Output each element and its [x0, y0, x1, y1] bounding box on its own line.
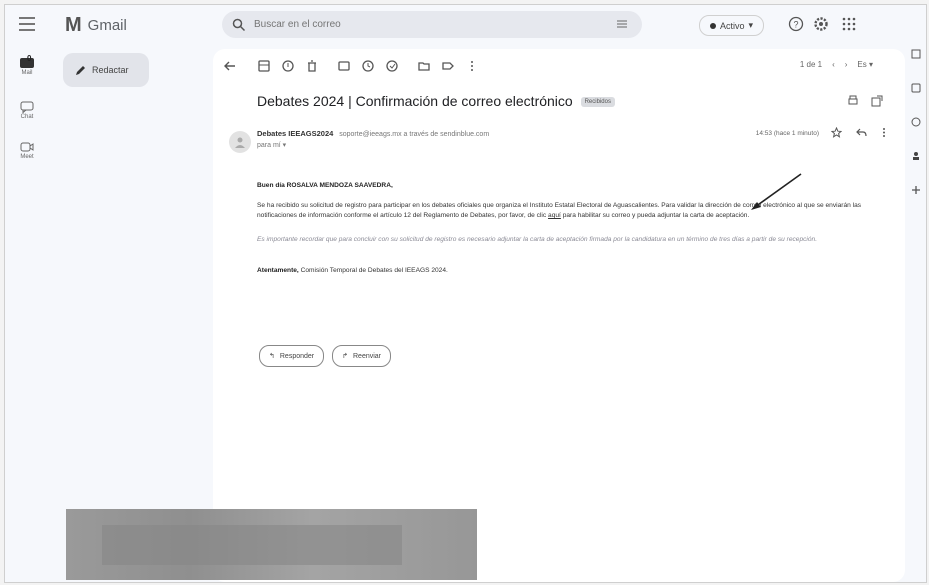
delete-icon[interactable] [305, 59, 319, 73]
message-view: 1 de 1 ‹ › Es ▾ Debates 2024 | Confirmac… [213, 49, 905, 582]
gmail-window: M Gmail Activo ▾ ? 0 Mail Chat Meet Reda… [4, 4, 927, 583]
search-input[interactable] [252, 18, 586, 31]
keep-icon[interactable] [911, 83, 921, 93]
message-time: 14:53 (hace 1 minuto) [755, 130, 819, 137]
back-arrow-icon[interactable] [223, 59, 237, 73]
sender-email: soporte@ieeags.mx a través de sendinblue… [339, 131, 490, 138]
subject-text: Debates 2024 | Confirmación de correo el… [257, 93, 573, 109]
more-vert-icon[interactable] [465, 59, 479, 73]
search-icon[interactable] [232, 18, 246, 32]
status-label: Activo [720, 20, 745, 31]
search-options-icon[interactable] [616, 18, 628, 30]
top-bar: M Gmail Activo ▾ ? [5, 5, 926, 45]
print-icon[interactable] [847, 95, 859, 107]
apps-grid-icon[interactable] [841, 16, 857, 32]
compose-label: Redactar [92, 65, 129, 75]
verify-email-link[interactable]: aquí [548, 212, 561, 219]
redacted-area [66, 509, 477, 580]
move-to-icon[interactable] [417, 59, 431, 73]
pencil-icon [76, 65, 85, 75]
person-icon [235, 137, 245, 148]
rail-item-label: Mail [21, 70, 33, 76]
label-icon[interactable] [441, 59, 455, 73]
message-actions [831, 127, 887, 138]
compose-button[interactable]: Redactar [63, 53, 149, 87]
star-icon[interactable] [831, 127, 842, 138]
reply-icon: ↰ [269, 353, 275, 360]
message-paragraph-2: Es importante recordar que para concluir… [257, 235, 818, 243]
sender-name[interactable]: Debates IEEAGS2024 [257, 129, 333, 138]
meet-icon [20, 142, 34, 152]
sender-avatar[interactable] [229, 131, 251, 153]
pagination: 1 de 1 ‹ › Es ▾ [800, 60, 873, 69]
chevron-down-icon: ▾ [748, 20, 754, 30]
help-icon[interactable]: ? [788, 16, 804, 32]
message-signature: Atentamente, Comisión Temporal de Debate… [257, 266, 887, 276]
recipient-label: para mí [257, 142, 281, 149]
calendar-icon[interactable] [911, 49, 921, 59]
mail-unread-badge: 0 [27, 54, 32, 63]
subject-actions [847, 95, 883, 107]
rail-item-mail[interactable]: 0 Mail [9, 54, 45, 76]
gmail-logo-mark: M [65, 14, 82, 36]
add-addon-icon[interactable] [911, 185, 921, 195]
chevron-right-icon[interactable]: › [845, 60, 848, 69]
archive-icon[interactable] [257, 59, 271, 73]
forward-button[interactable]: ↱ Reenviar [332, 345, 392, 367]
status-selector[interactable]: Activo ▾ [699, 15, 765, 36]
side-panel-rail [906, 49, 926, 219]
gmail-logo[interactable]: M Gmail [65, 14, 127, 37]
annotation-arrow-icon [751, 173, 802, 210]
message-toolbar [223, 57, 895, 75]
reply-actions: ↰ Responder ↱ Reenviar [259, 345, 392, 367]
rail-item-chat[interactable]: Chat [9, 101, 45, 120]
rail-item-label: Meet [20, 154, 34, 160]
open-new-window-icon[interactable] [871, 95, 883, 107]
add-task-icon[interactable] [385, 59, 399, 73]
mark-unread-icon[interactable] [337, 59, 351, 73]
forward-label: Reenviar [353, 352, 382, 360]
status-dot [710, 22, 716, 29]
reply-icon[interactable] [856, 127, 867, 138]
reply-label: Responder [279, 352, 315, 360]
rail-item-label: Chat [20, 114, 34, 120]
reply-button[interactable]: ↰ Responder [259, 345, 325, 367]
message-subject: Debates 2024 | Confirmación de correo el… [257, 93, 615, 109]
chevron-left-icon[interactable]: ‹ [832, 60, 835, 69]
rail-item-meet[interactable]: Meet [9, 141, 45, 160]
sender-info: Debates IEEAGS2024 soporte@ieeags.mx a t… [257, 129, 489, 149]
tasks-icon[interactable] [911, 117, 921, 127]
search-bar[interactable] [222, 11, 642, 38]
chat-icon [20, 101, 34, 113]
settings-icon[interactable] [813, 16, 829, 32]
redacted-area-inner [102, 525, 402, 565]
snooze-icon[interactable] [361, 59, 375, 73]
contacts-icon[interactable] [911, 151, 921, 161]
pager-count: 1 de 1 [799, 60, 823, 69]
forward-icon: ↱ [342, 353, 348, 360]
gmail-logo-text: Gmail [87, 17, 127, 34]
svg-text:?: ? [793, 20, 798, 30]
signature-lead: Atentamente, [257, 266, 299, 274]
more-vert-icon[interactable] [881, 127, 887, 138]
recipient-toggle[interactable]: para mí ▾ [257, 141, 489, 149]
main-menu-icon[interactable] [19, 17, 35, 31]
p1-text-end: para habilitar su correo y pueda adjunta… [560, 212, 750, 220]
signature-text: Comisión Temporal de Debates del IEEAGS … [298, 266, 448, 274]
input-tools-icon[interactable]: Es ▾ [857, 60, 873, 69]
report-spam-icon[interactable] [281, 59, 295, 73]
inbox-label-chip[interactable]: Recibidos [580, 97, 615, 108]
